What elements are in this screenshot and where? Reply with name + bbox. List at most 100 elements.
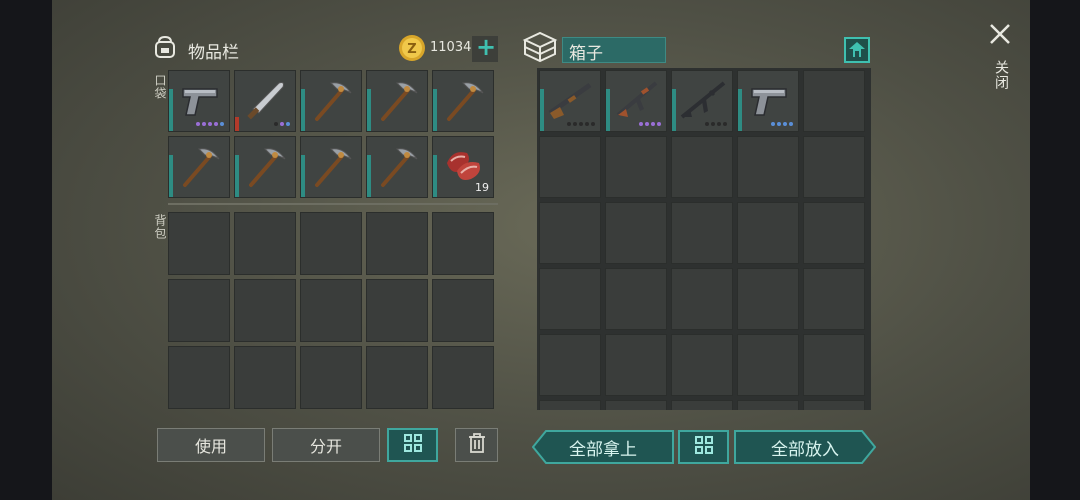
empty-slot[interactable] <box>539 268 601 330</box>
durability-bar <box>738 89 742 131</box>
durability-bar <box>367 155 371 197</box>
box-icon <box>522 30 558 68</box>
empty-slot[interactable] <box>539 136 601 198</box>
put-all-button[interactable]: 全部放入 <box>734 430 876 464</box>
empty-slot[interactable] <box>432 346 494 409</box>
empty-slot[interactable] <box>300 279 362 342</box>
item-slot[interactable] <box>300 136 362 198</box>
item-slot[interactable] <box>366 70 428 132</box>
empty-slot[interactable] <box>605 268 667 330</box>
item-slot[interactable] <box>168 70 230 132</box>
durability-bar <box>235 155 239 197</box>
take-all-label: 全部拿上 <box>569 439 637 460</box>
empty-slot[interactable] <box>366 279 428 342</box>
pocket-label: 口袋 <box>153 74 167 100</box>
split-button[interactable]: 分开 <box>272 428 380 462</box>
sort-box-button[interactable] <box>678 430 729 464</box>
quality-dots <box>771 122 793 126</box>
pocket-grid: 19 <box>168 70 494 198</box>
durability-bar <box>672 89 676 131</box>
currency-amount: 11034 <box>430 40 472 55</box>
backpack-icon <box>152 34 178 64</box>
empty-slot[interactable] <box>803 70 865 132</box>
item-slot[interactable] <box>300 70 362 132</box>
empty-slot[interactable] <box>168 346 230 409</box>
box-title: 箱子 <box>569 44 603 64</box>
use-button[interactable]: 使用 <box>157 428 265 462</box>
item-slot[interactable] <box>234 70 296 132</box>
empty-slot[interactable] <box>300 212 362 275</box>
empty-slot[interactable] <box>605 334 667 396</box>
empty-slot[interactable] <box>803 268 865 330</box>
sort-inventory-button[interactable] <box>387 428 438 462</box>
empty-slot[interactable] <box>234 279 296 342</box>
empty-slot[interactable] <box>671 334 733 396</box>
item-slot[interactable] <box>168 136 230 198</box>
take-all-button[interactable]: 全部拿上 <box>532 430 674 464</box>
empty-slot[interactable] <box>737 202 799 264</box>
close-button[interactable]: 关闭 <box>986 22 1014 102</box>
item-slot[interactable] <box>366 136 428 198</box>
empty-slot[interactable] <box>539 202 601 264</box>
empty-slot[interactable] <box>737 268 799 330</box>
put-all-label: 全部放入 <box>771 439 839 460</box>
empty-slot[interactable] <box>539 334 601 396</box>
empty-slot[interactable] <box>803 334 865 396</box>
durability-bar <box>169 155 173 197</box>
backpack-grid <box>168 212 494 409</box>
durability-bar <box>367 89 371 131</box>
empty-slot[interactable] <box>803 400 865 410</box>
durability-bar <box>433 89 437 131</box>
empty-slot[interactable] <box>432 279 494 342</box>
box-grid[interactable] <box>539 70 865 410</box>
quality-dots <box>274 122 290 126</box>
durability-bar <box>235 117 239 131</box>
trash-button[interactable] <box>455 428 498 462</box>
empty-slot[interactable] <box>366 212 428 275</box>
divider <box>168 203 498 205</box>
empty-slot[interactable] <box>671 202 733 264</box>
quality-dots <box>196 122 224 126</box>
durability-bar <box>169 89 173 131</box>
empty-slot[interactable] <box>737 136 799 198</box>
add-currency-button[interactable]: + <box>472 33 498 62</box>
empty-slot[interactable] <box>737 400 799 410</box>
item-slot[interactable] <box>432 70 494 132</box>
storage-upgrade-button[interactable] <box>844 37 870 63</box>
backpack-label: 背包 <box>153 214 167 240</box>
inventory-title: 物品栏 <box>188 43 239 63</box>
empty-slot[interactable] <box>539 400 601 410</box>
close-icon <box>988 22 1012 50</box>
empty-slot[interactable] <box>168 212 230 275</box>
empty-slot[interactable] <box>234 346 296 409</box>
empty-slot[interactable] <box>605 136 667 198</box>
empty-slot[interactable] <box>671 136 733 198</box>
empty-slot[interactable] <box>234 212 296 275</box>
item-slot[interactable]: 19 <box>432 136 494 198</box>
empty-slot[interactable] <box>605 202 667 264</box>
trash-icon <box>468 433 486 457</box>
empty-slot[interactable] <box>737 334 799 396</box>
empty-slot[interactable] <box>671 400 733 410</box>
empty-slot[interactable] <box>803 136 865 198</box>
empty-slot[interactable] <box>432 212 494 275</box>
item-slot[interactable] <box>605 70 667 132</box>
inventory-screen: 物品栏 Z 11034 + 口袋 背包 19 使用 分开 箱子 全部拿上 全部放… <box>52 0 1030 500</box>
empty-slot[interactable] <box>671 268 733 330</box>
item-slot[interactable] <box>234 136 296 198</box>
durability-bar <box>301 155 305 197</box>
empty-slot[interactable] <box>605 400 667 410</box>
item-slot[interactable] <box>671 70 733 132</box>
empty-slot[interactable] <box>168 279 230 342</box>
item-slot[interactable] <box>539 70 601 132</box>
empty-slot[interactable] <box>803 202 865 264</box>
plus-icon: + <box>476 33 497 61</box>
quality-dots <box>639 122 661 126</box>
house-upload-icon <box>846 42 868 65</box>
empty-slot[interactable] <box>366 346 428 409</box>
item-slot[interactable] <box>737 70 799 132</box>
durability-bar <box>606 89 610 131</box>
durability-bar <box>301 89 305 131</box>
empty-slot[interactable] <box>300 346 362 409</box>
coin-icon: Z <box>398 34 426 66</box>
